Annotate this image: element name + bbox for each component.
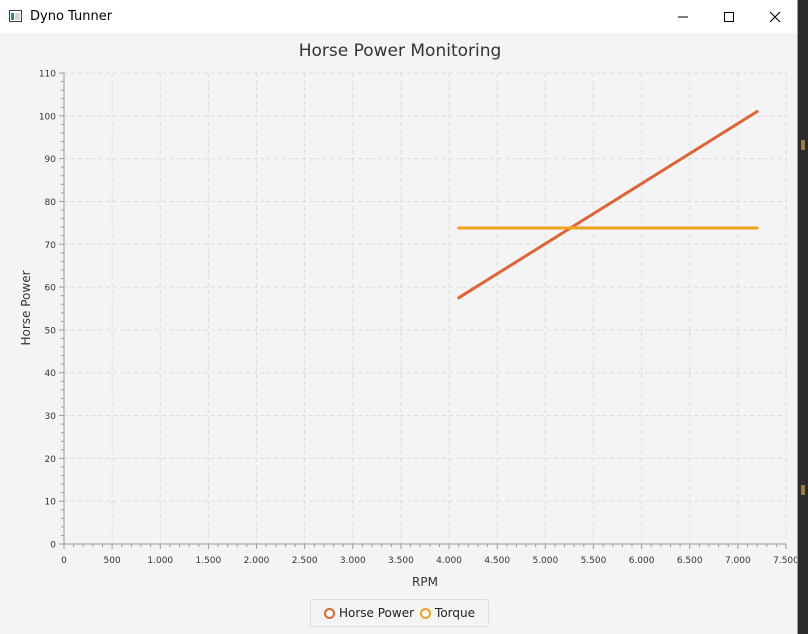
x-tick-label: 6.000 [629, 556, 655, 566]
y-tick-label: 20 [45, 455, 57, 465]
editor-text-fragment [801, 485, 805, 495]
axes: 0 10 20 30 40 50 60 70 80 90 100 110 0 500 1.000 1.500 2… [39, 70, 798, 567]
x-tick-label: 4.000 [436, 556, 462, 566]
y-tick-label: 50 [45, 326, 57, 336]
x-tick-label: 2.500 [292, 556, 318, 566]
app-window: Dyno Tunner Horse Power Monitoring 0 10 20… [0, 0, 798, 634]
y-tick-label: 30 [45, 412, 57, 422]
x-tick-label: 4.500 [484, 556, 510, 566]
x-tick-label: 500 [104, 556, 121, 566]
x-tick-label: 3.000 [340, 556, 366, 566]
chart-title: Horse Power Monitoring [299, 41, 502, 61]
x-tick-label: 2.000 [244, 556, 270, 566]
close-icon [769, 11, 781, 22]
legend-label-horse-power: Horse Power [339, 606, 415, 620]
x-tick-label: 0 [61, 556, 67, 566]
legend-item-torque: Torque [420, 606, 475, 620]
y-tick-label: 70 [45, 241, 57, 251]
maximize-button[interactable] [706, 0, 752, 33]
y-tick-label: 10 [45, 498, 57, 508]
x-tick-label: 1.000 [147, 556, 173, 566]
y-tick-label: 100 [39, 112, 56, 122]
chart-legend: Horse Power Torque [310, 599, 489, 627]
x-tick-label: 7.000 [725, 556, 751, 566]
y-tick-label: 110 [39, 70, 56, 80]
y-tick-label: 80 [45, 198, 57, 208]
editor-text-fragment [801, 140, 805, 150]
x-tick-label: 1.500 [196, 556, 222, 566]
y-axis-label: Horse Power [19, 270, 33, 345]
x-tick-label: 5.500 [581, 556, 607, 566]
y-tick-label: 60 [45, 284, 57, 294]
x-tick-label: 5.000 [532, 556, 558, 566]
window-title: Dyno Tunner [30, 9, 113, 24]
x-axis-label: RPM [412, 575, 438, 589]
series-line-horse-power [457, 110, 759, 300]
maximize-icon [724, 11, 734, 22]
x-tick-label: 6.500 [677, 556, 703, 566]
y-tick-label: 40 [45, 369, 57, 379]
series [457, 110, 759, 300]
x-tick-label: 7.500 [773, 556, 798, 566]
y-tick-label: 90 [45, 155, 57, 165]
title-bar[interactable]: Dyno Tunner [0, 0, 797, 33]
background-editor-edge [798, 0, 808, 634]
y-tick-label: 0 [50, 541, 56, 551]
legend-marker-torque [420, 607, 432, 619]
legend-marker-horse-power [324, 607, 335, 619]
grid [64, 72, 787, 544]
horse-power-chart: Horse Power Monitoring 0 10 20 30 40 50 60 70 80… [19, 41, 798, 589]
legend-label-torque: Torque [435, 606, 475, 620]
minimize-button[interactable] [660, 0, 706, 33]
minimize-icon [678, 16, 688, 17]
app-icon [9, 10, 22, 22]
close-button[interactable] [752, 0, 797, 33]
x-tick-label: 3.500 [388, 556, 414, 566]
legend-item-horse-power: Horse Power [324, 606, 414, 620]
